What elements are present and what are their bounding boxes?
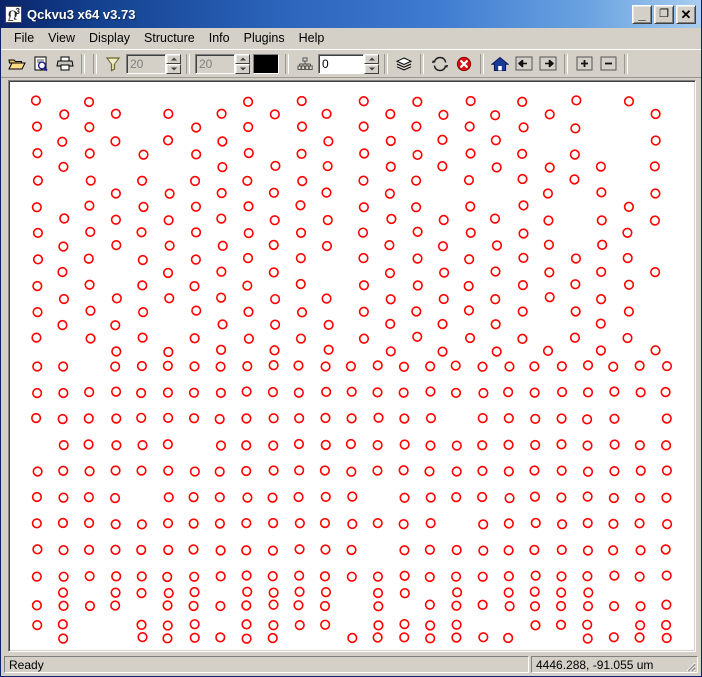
status-message: Ready (4, 656, 529, 673)
window-controls: _ ❐ ✕ (632, 4, 696, 24)
coordinate-readout: 4446.288, -91.055 um (536, 658, 654, 672)
status-coordinates: 4446.288, -91.055 um (531, 656, 698, 673)
window-title: Qckvu3 x64 v3.73 (27, 6, 136, 22)
menu-item-plugins[interactable]: Plugins (237, 29, 292, 47)
refresh-redraw-icon[interactable] (428, 52, 452, 75)
title-bar[interactable]: Q 3 Qckvu3 x64 v3.73 _ ❐ ✕ (1, 0, 701, 28)
menu-bar: File View Display Structure Info Plugins… (1, 28, 701, 49)
menu-item-help[interactable]: Help (292, 29, 332, 47)
menu-item-info[interactable]: Info (202, 29, 237, 47)
toolbar-separator-7 (480, 53, 484, 74)
print-preview-icon[interactable] (29, 52, 53, 75)
toolbar-separator-8 (564, 53, 568, 74)
application-window: Q 3 Qckvu3 x64 v3.73 _ ❐ ✕ File View Dis… (0, 0, 702, 677)
open-folder-icon[interactable] (5, 52, 29, 75)
spinner-first-value[interactable]: 20 (126, 53, 166, 74)
app-q3-icon: Q 3 (5, 5, 22, 23)
pad-array-drawing (30, 95, 673, 644)
filter-funnel-icon[interactable] (101, 52, 125, 75)
maximize-button[interactable]: ❐ (654, 4, 674, 24)
home-view-icon[interactable] (488, 52, 512, 75)
layers-stack-icon[interactable] (392, 52, 416, 75)
hierarchy-tree-icon[interactable] (293, 52, 317, 75)
spinner-second[interactable]: 20 (195, 53, 250, 74)
spinner-second-buttons[interactable] (235, 53, 250, 74)
toolbar-separator-5 (384, 53, 388, 74)
status-bar: Ready 4446.288, -91.055 um (1, 654, 701, 676)
close-icon: ✕ (680, 6, 692, 22)
toolbar-separator-2 (93, 53, 97, 74)
layer-color-swatch[interactable] (253, 53, 279, 74)
spinner-level[interactable]: 0 (318, 53, 379, 74)
cad-layout-canvas[interactable] (8, 80, 696, 652)
toolbar-separator-6 (420, 53, 424, 74)
app-icon-superscript: 3 (15, 6, 20, 16)
minimize-button[interactable]: _ (632, 4, 652, 24)
toolbar-separator-1 (81, 53, 85, 74)
spinner-level-down-icon[interactable] (364, 63, 379, 74)
menu-item-view[interactable]: View (41, 29, 82, 47)
menu-item-file[interactable]: File (7, 29, 41, 47)
close-button[interactable]: ✕ (676, 4, 696, 24)
maximize-icon: ❐ (659, 7, 669, 20)
arrow-right-icon[interactable] (536, 52, 560, 75)
stop-cancel-icon[interactable] (452, 52, 476, 75)
toolbar-separator-4 (285, 53, 289, 74)
spinner-level-value[interactable]: 0 (318, 53, 364, 74)
minimize-icon: _ (638, 6, 646, 22)
spinner-second-value[interactable]: 20 (195, 53, 235, 74)
spinner-first-up-icon[interactable] (166, 53, 181, 64)
zoom-out-minus-icon[interactable] (596, 52, 620, 75)
zoom-in-plus-icon[interactable] (572, 52, 596, 75)
spinner-level-buttons[interactable] (364, 53, 379, 74)
spinner-level-up-icon[interactable] (364, 53, 379, 64)
print-icon[interactable] (53, 52, 77, 75)
spinner-second-down-icon[interactable] (235, 63, 250, 74)
toolbar-separator-9 (624, 53, 628, 74)
spinner-first-buttons[interactable] (166, 53, 181, 74)
resize-grip[interactable] (683, 659, 696, 672)
spinner-first[interactable]: 20 (126, 53, 181, 74)
spinner-second-up-icon[interactable] (235, 53, 250, 64)
spinner-first-down-icon[interactable] (166, 63, 181, 74)
main-toolbar: 20 20 0 (1, 49, 701, 78)
arrow-left-icon[interactable] (512, 52, 536, 75)
toolbar-separator-3 (186, 53, 190, 74)
menu-item-structure[interactable]: Structure (137, 29, 202, 47)
menu-item-display[interactable]: Display (82, 29, 137, 47)
